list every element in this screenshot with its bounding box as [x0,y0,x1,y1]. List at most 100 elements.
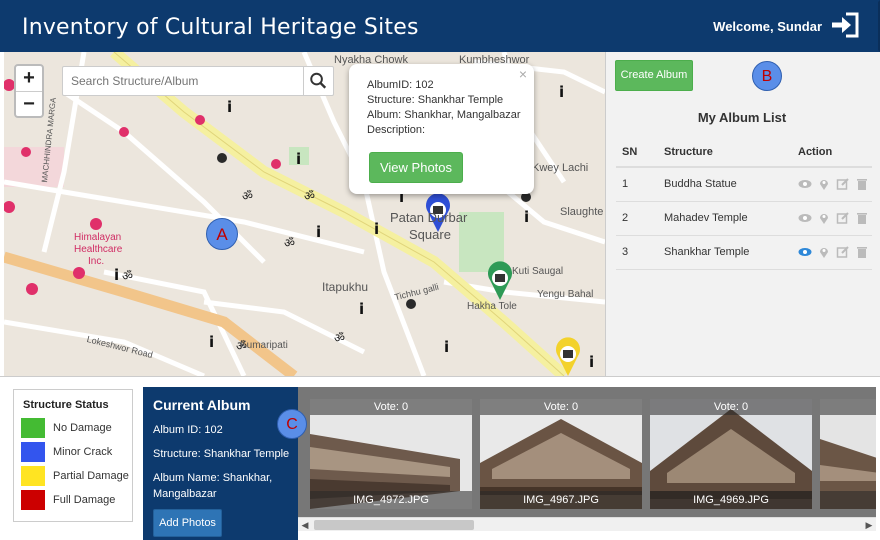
photo-filename: IMG_4967.JPG [480,491,642,509]
svg-text:i: i [209,333,214,351]
map-label: Yengu Bahal [537,289,594,300]
popup-album: Album: Shankhar, Mangalbazar [367,109,521,121]
svg-text:i: i [444,338,449,356]
marker-a-label: A [206,218,238,250]
svg-text:ॐ: ॐ [242,189,253,203]
map-label: Inc. [88,256,105,267]
map-view[interactable]: iii iii iii iii ॐॐॐ ॐॐॐ ॐ [4,52,605,376]
footer-area: Structure Status No Damage Minor Crack P… [0,376,880,540]
svg-text:i: i [374,220,379,238]
legend-swatch-green [21,418,45,438]
svg-text:i: i [524,208,529,226]
map-popup: × AlbumID: 102 Structure: Shankhar Templ… [349,64,534,194]
row-actions [792,235,872,270]
zoom-in-button[interactable]: + [16,66,42,91]
scroll-left-icon[interactable]: ◀ [298,518,312,532]
svg-text:ॐ: ॐ [122,269,133,283]
row-structure: Shankhar Temple [658,235,792,270]
search-input[interactable] [63,67,305,95]
trash-icon[interactable] [855,211,869,225]
photo-strip[interactable]: Vote: 0 IMG_4972.JPG Vote: 0 IMG_4967.JP… [298,387,876,517]
legend-swatch-blue [21,442,45,462]
current-album-panel: Current Album Album ID: 102 Structure: S… [143,387,298,540]
svg-text:i: i [114,266,119,284]
legend-label: Full Damage [53,494,116,506]
search-box [62,66,334,96]
scrollbar-thumb[interactable] [314,520,474,530]
zoom-out-button[interactable]: − [16,91,42,116]
map-label: Kuti Saugal [512,266,564,277]
album-panel: Create Album B My Album List SN Structur… [605,52,880,376]
photo-thumbnail[interactable]: Vote: 0 IMG_4967.JPG [480,399,642,509]
photo-thumbnail-partial[interactable] [820,399,876,509]
edit-icon[interactable] [836,211,850,225]
map-label: Kwey Lachi [532,162,589,174]
svg-text:ॐ: ॐ [334,331,345,345]
map-label: Healthcare [74,244,123,255]
column-header-structure: Structure [658,137,792,168]
map-label: Slaughte [560,206,604,218]
popup-description: Description: [367,124,426,136]
photo-filename: IMG_4972.JPG [310,491,472,509]
view-eye-icon[interactable] [798,245,812,259]
current-album-name: Album Name: Shankhar, Mangalbazar [153,472,273,500]
zoom-control: + − [14,64,44,118]
row-sn: 3 [616,235,658,270]
legend-title: Structure Status [23,399,109,411]
svg-text:i: i [589,353,594,371]
legend-swatch-yellow [21,466,45,486]
photo-filename-partial [820,491,876,509]
popup-structure: Structure: Shankhar Temple [367,94,504,106]
edit-icon[interactable] [836,177,850,191]
legend-label: Partial Damage [53,470,129,482]
search-icon[interactable] [303,67,333,95]
row-sn: 2 [616,201,658,236]
photo-vote: Vote: 0 [650,399,812,415]
photo-vote: Vote: 0 [310,399,472,415]
map-label: Hakha Tole [467,301,517,312]
edit-icon[interactable] [836,245,850,259]
marker-c-label: C [277,409,307,439]
status-legend: Structure Status No Damage Minor Crack P… [13,389,133,522]
create-album-button[interactable]: Create Album [615,60,693,91]
location-pin-icon[interactable] [817,211,831,225]
scroll-right-icon[interactable]: ▶ [862,518,876,532]
photo-thumbnail[interactable]: Vote: 0 IMG_4972.JPG [310,399,472,509]
trash-icon[interactable] [855,245,869,259]
photo-thumbnail[interactable]: Vote: 0 IMG_4969.JPG [650,399,812,509]
row-actions [792,201,872,236]
location-pin-icon[interactable] [817,177,831,191]
current-album-structure: Structure: Shankhar Temple [153,448,290,460]
table-row[interactable]: 2 Mahadev Temple [616,201,872,236]
close-icon[interactable]: × [519,67,527,82]
view-eye-icon[interactable] [798,211,812,225]
map-label: Kumaripati [240,340,288,351]
map-label: Square [409,227,451,242]
view-eye-icon[interactable] [798,177,812,191]
map-label: Patan Durbar [390,210,468,225]
map-label: Himalayan [74,232,122,243]
location-pin-icon[interactable] [817,245,831,259]
table-row[interactable]: 1 Buddha Statue [616,167,872,202]
current-album-title: Current Album [153,397,251,413]
photo-filename: IMG_4969.JPG [650,491,812,509]
svg-text:i: i [559,83,564,101]
row-structure: Mahadev Temple [658,201,792,236]
table-row[interactable]: 3 Shankhar Temple [616,235,872,270]
logout-icon[interactable] [830,12,860,38]
legend-label: No Damage [53,422,112,434]
row-structure: Buddha Statue [658,167,792,202]
photo-vote-partial [820,399,876,415]
app-header: Inventory of Cultural Heritage Sites Wel… [0,0,880,52]
add-photos-button[interactable]: Add Photos [153,509,222,537]
view-photos-button[interactable]: View Photos [369,152,463,183]
row-sn: 1 [616,167,658,202]
photo-vote: Vote: 0 [480,399,642,415]
svg-text:i: i [227,98,232,116]
svg-text:ॐ: ॐ [284,236,295,250]
legend-label: Minor Crack [53,446,113,458]
map-label: Itapukhu [322,280,369,294]
trash-icon[interactable] [855,177,869,191]
photo-scrollbar[interactable]: ◀ ▶ [298,517,876,531]
welcome-text: Welcome, Sundar [713,19,822,34]
